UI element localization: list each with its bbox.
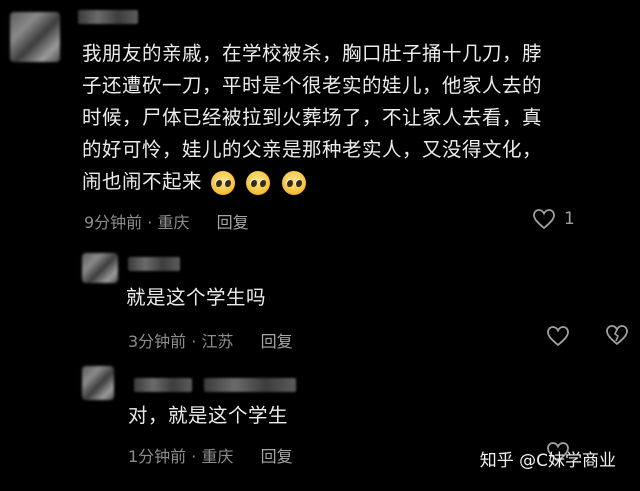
comment-text-line: 我朋友的亲戚，在学校被杀，胸口肚子捅十几刀，脖 xyxy=(82,42,543,65)
comment-location: 江苏 xyxy=(201,332,234,351)
comment-text-line: 闹也闹不起来 xyxy=(82,170,203,193)
meta-separator: · xyxy=(191,447,197,466)
watermark: 知乎 @C妹学商业 xyxy=(479,451,616,471)
comment-text-line-last: 闹也闹不起来 xyxy=(82,166,622,198)
like-button[interactable]: 1 xyxy=(532,208,575,230)
meta-separator: · xyxy=(191,332,197,351)
reply-button[interactable]: 回复 xyxy=(261,332,293,351)
username-blurred[interactable] xyxy=(128,257,180,271)
crying-face-emoji xyxy=(282,170,307,195)
reply-button[interactable]: 回复 xyxy=(261,447,293,466)
comment-meta: 1分钟前 · 重庆 回复 xyxy=(128,443,293,467)
avatar[interactable] xyxy=(82,366,114,400)
avatar[interactable] xyxy=(10,12,60,62)
comment-time: 9分钟前 xyxy=(84,213,143,232)
like-button[interactable] xyxy=(546,325,570,347)
reply-button[interactable]: 回复 xyxy=(217,213,249,232)
comment-time: 3分钟前 xyxy=(128,332,187,351)
heart-outline-icon xyxy=(532,208,556,230)
comment-text: 对，就是这个学生 xyxy=(128,404,289,427)
comment-text: 就是这个学生吗 xyxy=(126,286,267,309)
comment-location: 重庆 xyxy=(157,213,190,232)
comment-text-line: 的好可怜，娃儿的父亲是那种老实人，又没得文化， xyxy=(82,138,543,161)
username-blurred[interactable] xyxy=(204,378,296,392)
comment-meta: 3分钟前 · 江苏 回复 xyxy=(128,328,293,352)
comment-text: 我朋友的亲戚，在学校被杀，胸口肚子捅十几刀，脖 子还遭砍一刀，平时是个很老实的娃… xyxy=(82,38,622,198)
comment-item: 就是这个学生吗 3分钟前 · 江苏 回复 xyxy=(0,245,640,360)
username-blurred[interactable] xyxy=(78,10,138,24)
avatar[interactable] xyxy=(82,253,118,283)
dislike-button[interactable] xyxy=(605,324,629,346)
crying-face-emoji xyxy=(246,170,271,195)
like-count: 1 xyxy=(564,209,575,229)
comment-location: 重庆 xyxy=(201,447,234,466)
comment-item: 我朋友的亲戚，在学校被杀，胸口肚子捅十几刀，脖 子还遭砍一刀，平时是个很老实的娃… xyxy=(0,0,640,240)
meta-separator: · xyxy=(147,213,153,232)
username-blurred[interactable] xyxy=(134,378,192,392)
comment-time: 1分钟前 xyxy=(128,447,187,466)
broken-heart-icon xyxy=(605,324,629,346)
crying-face-emoji xyxy=(210,170,235,195)
comment-text-line: 子还遭砍一刀，平时是个很老实的娃儿，他家人去的 xyxy=(82,74,543,97)
comment-meta: 9分钟前 · 重庆 回复 xyxy=(84,209,249,233)
comment-text-line: 时候，尸体已经被拉到火葬场了，不让家人去看，真 xyxy=(82,106,543,129)
heart-outline-icon xyxy=(546,325,570,347)
